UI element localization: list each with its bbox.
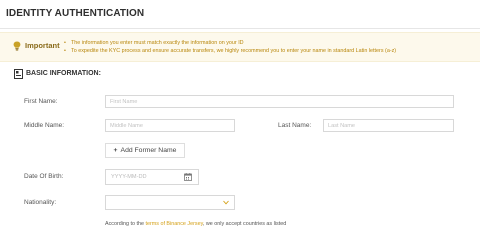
- last-name-input[interactable]: [323, 119, 454, 132]
- section-title: BASIC INFORMATION:: [26, 70, 101, 77]
- important-label: Important: [25, 41, 60, 50]
- first-name-input[interactable]: [105, 95, 454, 108]
- notice-item: The information you enter must match exa…: [64, 39, 396, 47]
- date-of-birth-input[interactable]: YYYY-MM-DD: [105, 169, 199, 185]
- note-prefix: According to the: [105, 221, 146, 227]
- middle-name-label: Middle Name:: [24, 122, 65, 129]
- middle-name-input[interactable]: [105, 119, 235, 132]
- notice-list: The information you enter must match exa…: [64, 39, 396, 55]
- calendar-icon[interactable]: [184, 173, 192, 181]
- first-name-label: First Name:: [24, 98, 58, 105]
- id-card-icon: [14, 69, 23, 79]
- page-header: IDENTITY AUTHENTICATION: [0, 0, 480, 29]
- last-name-label: Last Name:: [278, 122, 312, 129]
- nationality-note: According to the terms of Binance Jersey…: [105, 221, 286, 227]
- date-of-birth-label: Date Of Birth:: [24, 173, 64, 180]
- add-former-name-button[interactable]: + Add Former Name: [105, 143, 185, 158]
- lightbulb-icon: [13, 41, 21, 51]
- terms-link[interactable]: terms of Binance Jersey: [145, 221, 202, 227]
- important-notice: Important The information you enter must…: [0, 32, 480, 62]
- date-placeholder: YYYY-MM-DD: [111, 174, 147, 180]
- page-title: IDENTITY AUTHENTICATION: [6, 8, 145, 19]
- notice-item: To expedite the KYC process and ensure a…: [64, 47, 396, 55]
- nationality-label: Nationality:: [24, 199, 57, 206]
- nationality-select[interactable]: [105, 195, 235, 210]
- chevron-down-icon: [223, 200, 229, 205]
- add-former-name-label: Add Former Name: [120, 147, 177, 154]
- plus-icon: +: [113, 147, 118, 154]
- note-suffix: , we only accept countries as listed: [202, 221, 287, 227]
